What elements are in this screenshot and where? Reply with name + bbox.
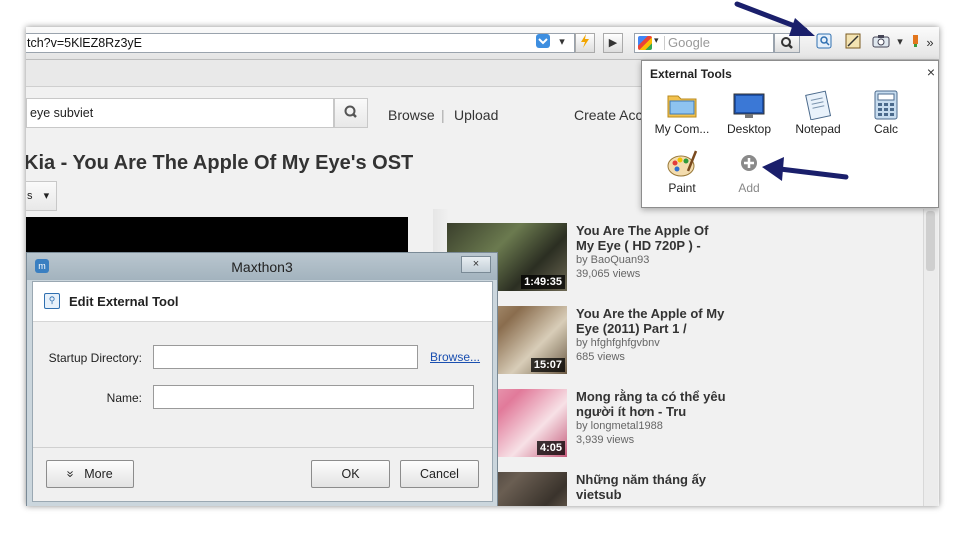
playlist-dropdown[interactable]: s ▾ [26, 181, 57, 211]
browse-link[interactable]: Browse [388, 107, 435, 123]
dialog-separator [33, 447, 492, 448]
folder-icon [666, 90, 698, 120]
name-input[interactable] [153, 385, 474, 409]
video-duration: 15:07 [530, 358, 565, 372]
tool-label: Calc [873, 122, 898, 136]
overflow-icon[interactable]: » [920, 33, 939, 53]
browser-screenshot: tch?v=5KlEZ8Rz3yE ▾ ▶ ▾ Google ▾ » eye s… [26, 27, 939, 506]
camera-icon[interactable] [871, 33, 891, 53]
dialog-body: ⚲ Edit External Tool Startup Directory: … [32, 281, 493, 502]
video-duration: 4:05 [536, 441, 565, 455]
lightning-icon[interactable] [575, 33, 595, 53]
related-video-title[interactable]: You Are The Apple Of My Eye ( HD 720P ) … [576, 223, 726, 253]
dialog-titlebar[interactable]: m Maxthon3 × [27, 253, 497, 280]
page-scrollbar[interactable] [923, 209, 938, 506]
edit-icon[interactable] [843, 33, 863, 53]
play-icon[interactable]: ▶ [603, 33, 623, 53]
cancel-button[interactable]: Cancel [400, 460, 479, 488]
dialog-header: ⚲ Edit External Tool [33, 282, 492, 322]
tool-calc[interactable]: Calc [853, 90, 919, 136]
desktop-icon [733, 90, 765, 120]
popup-title: External Tools [650, 67, 732, 81]
startup-directory-label: Startup Directory: [48, 351, 142, 365]
dialog-window-title: Maxthon3 [231, 259, 293, 275]
video-title: Kia - You Are The Apple Of My Eye's OST [26, 152, 414, 174]
youtube-search-input[interactable]: eye subviet [26, 98, 334, 128]
related-video-author[interactable]: by longmetal1988 [576, 420, 663, 432]
tool-my-computer[interactable]: My Com... [649, 90, 715, 136]
related-video-views: 39,065 views [576, 268, 641, 280]
feed-icon[interactable] [533, 33, 553, 53]
dropdown-label: s [27, 190, 33, 202]
tool-paint[interactable]: Paint [649, 149, 715, 195]
create-account-link[interactable]: Create Acc [574, 107, 642, 123]
annotation-arrow-toolbar [734, 1, 815, 36]
dialog-header-title: Edit External Tool [69, 294, 179, 309]
close-button[interactable]: × [461, 256, 491, 273]
calc-icon [870, 90, 902, 120]
tool-desktop[interactable]: Desktop [716, 90, 782, 136]
more-label: More [84, 467, 113, 481]
edit-external-tool-dialog: m Maxthon3 × ⚲ Edit External Tool Startu… [26, 252, 498, 506]
video-duration: 1:49:35 [521, 275, 565, 289]
double-chevron-down-icon: » [63, 470, 78, 478]
annotation-arrow-add [762, 157, 849, 181]
related-video-title[interactable]: Mong rằng ta có thể yêu người ít hơn - T… [576, 389, 726, 419]
paint-icon [666, 149, 698, 179]
related-video-views: 3,939 views [576, 434, 635, 446]
related-video-title[interactable]: Những năm tháng ấy vietsub [576, 472, 726, 502]
ok-button[interactable]: OK [311, 460, 390, 488]
address-bar[interactable]: tch?v=5KlEZ8Rz3yE [26, 33, 575, 53]
related-video-views: 685 views [576, 351, 625, 363]
google-logo-icon[interactable] [638, 36, 652, 50]
scrollbar-thumb[interactable] [926, 211, 935, 271]
separator [664, 36, 665, 50]
youtube-search-button[interactable] [334, 98, 368, 128]
tool-notepad[interactable]: Notepad [785, 90, 851, 136]
notepad-icon [802, 90, 834, 121]
startup-directory-input[interactable] [153, 345, 418, 369]
tool-label: My Com... [654, 122, 710, 136]
close-icon[interactable]: × [927, 64, 935, 80]
engine-dropdown-icon[interactable]: ▾ [654, 35, 659, 46]
related-video-title[interactable]: You Are the Apple of My Eye (2011) Part … [576, 306, 726, 336]
tool-label: Paint [668, 181, 696, 195]
tool-label: Notepad [795, 122, 841, 136]
related-video-author[interactable]: by hfghfghfgvbnv [576, 337, 660, 349]
name-label: Name: [106, 391, 142, 405]
chevron-down-icon[interactable]: ▾ [552, 33, 572, 53]
browse-link[interactable]: Browse... [430, 350, 480, 364]
related-video-author[interactable]: by BaoQuan93 [576, 254, 649, 266]
upload-link[interactable]: Upload [454, 107, 498, 123]
more-button[interactable]: » More [46, 460, 134, 488]
external-tool-icon: ⚲ [44, 293, 60, 309]
nav-separator: | [441, 107, 445, 123]
chevron-down-icon: ▾ [43, 190, 50, 202]
tool-label: Desktop [726, 122, 772, 136]
